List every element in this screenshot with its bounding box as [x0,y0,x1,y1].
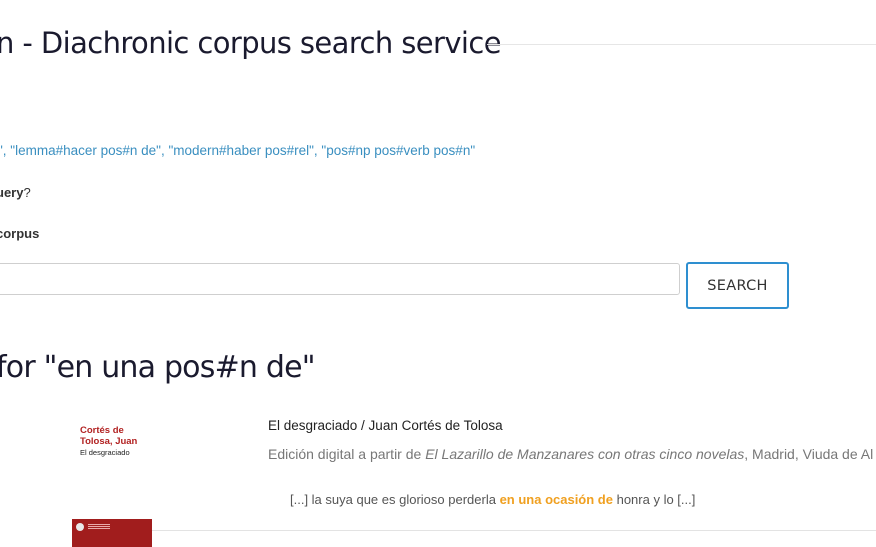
results-heading: for "en una pos#n de" [0,350,316,385]
kwic-hit[interactable]: en una ocasión de [500,492,613,507]
result-title-link[interactable]: El desgraciado / Juan Cortés de Tolosa [268,418,503,433]
source-book-title: El Lazarillo de Manzanares con otras cin… [425,446,745,462]
query-help-question: ? [23,185,31,200]
search-button[interactable]: SEARCH [686,262,789,309]
example-query-link[interactable]: "pos#np pos#verb pos#n" [321,143,475,158]
cover-text-lines [88,524,110,525]
source-prefix: Edición digital a partir de [268,446,426,462]
example-query-link[interactable]: "lemma#hacer pos#n de" [10,143,161,158]
cover-author: Cortés de [80,425,124,436]
query-help-link[interactable]: uery? [0,185,31,200]
book-cover[interactable]: Cortés de Tolosa, Juan El desgraciado [80,425,150,465]
source-suffix: , Madrid, Viuda de Al [744,446,874,462]
kwic-context: [...] la suya que es glorioso perderla e… [290,492,695,507]
kwic-left: [...] la suya que es glorioso perderla [290,492,500,507]
example-query-link[interactable]: "modern#haber pos#rel" [168,143,313,158]
result-source: Edición digital a partir de El Lazarillo… [268,446,873,462]
corpus-label: corpus [0,226,40,241]
kwic-right: honra y lo [...] [612,492,696,507]
title-divider [487,44,876,45]
search-input[interactable] [0,263,680,295]
result-divider [72,530,876,531]
examples-separator: ", [0,143,7,158]
query-help-text: uery [0,185,24,200]
page-title: n - Diachronic corpus search service [0,26,502,60]
seal-icon [76,523,84,531]
cover-title: El desgraciado [80,448,130,457]
query-examples: ", "lemma#hacer pos#n de", "modern#haber… [0,143,475,158]
book-cover[interactable] [72,519,152,547]
cover-author: Tolosa, Juan [80,436,138,447]
